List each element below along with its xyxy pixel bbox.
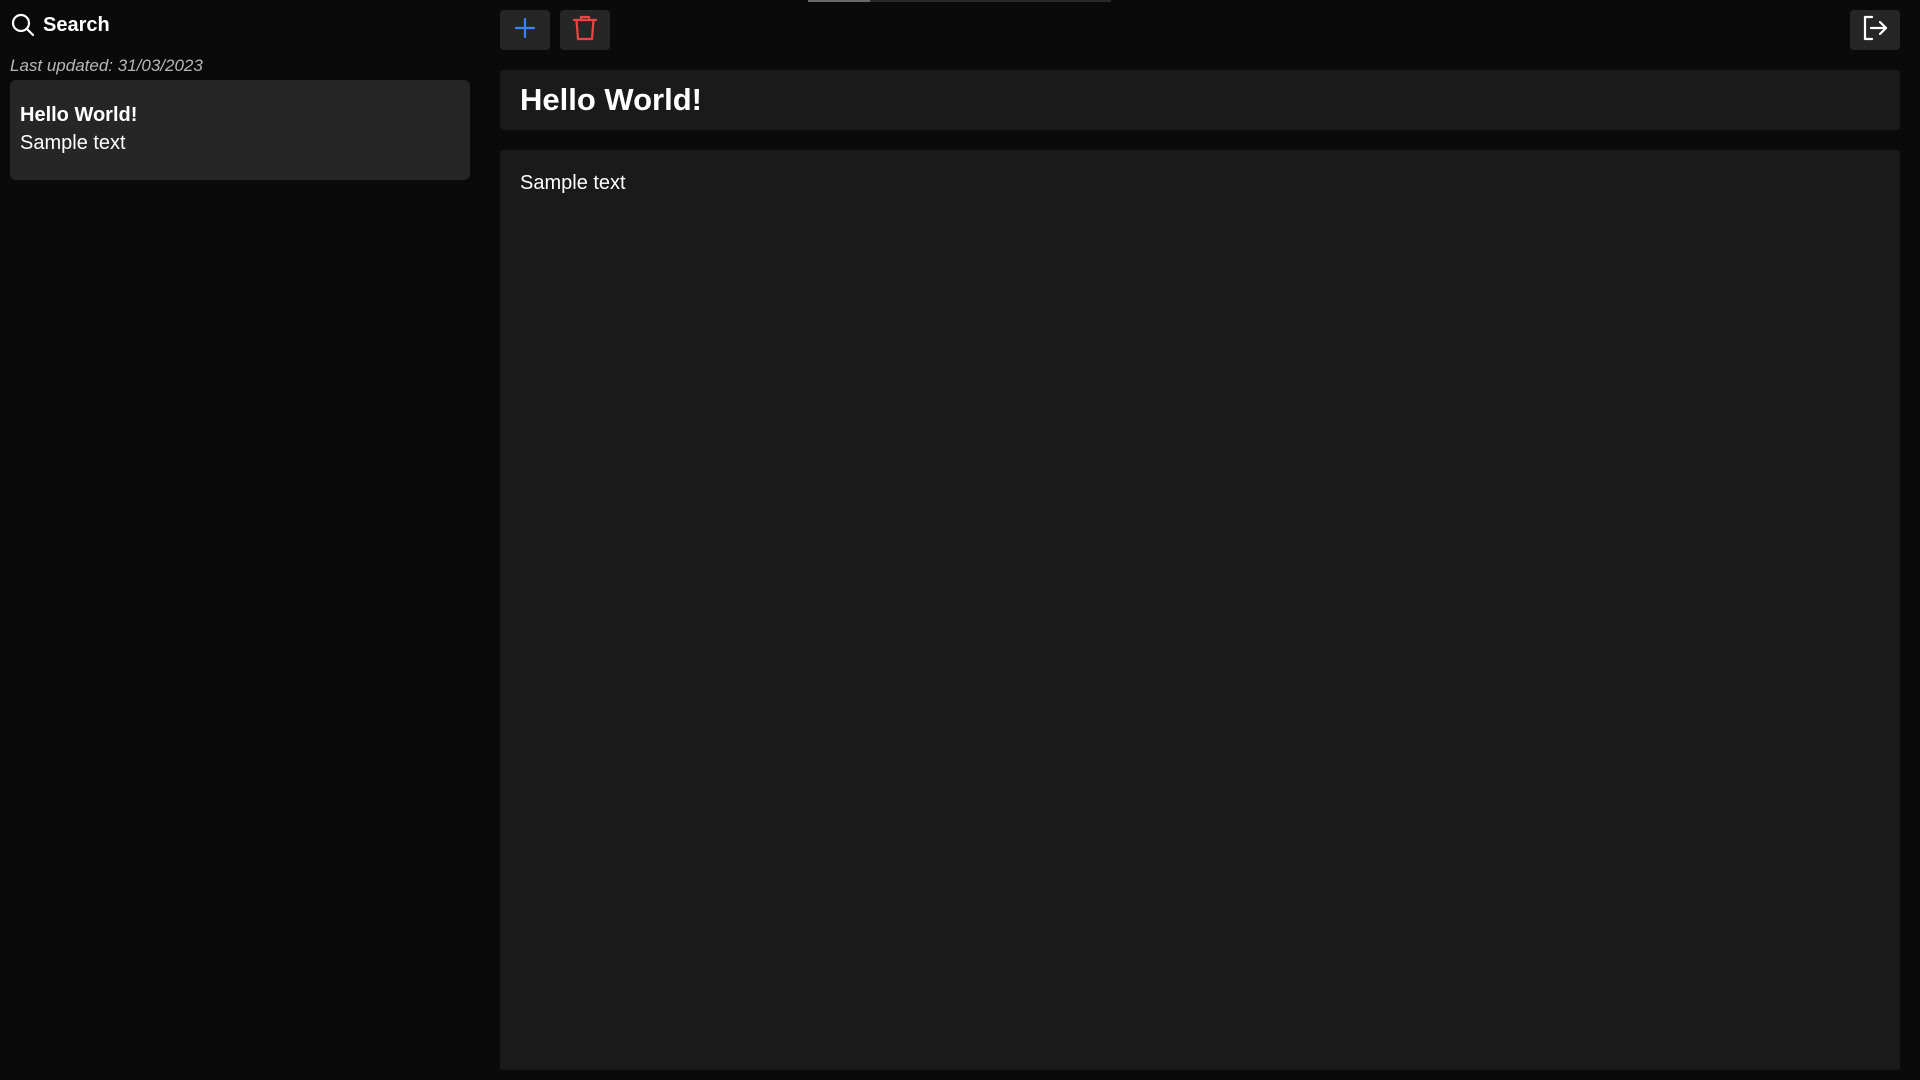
note-item-preview: Sample text xyxy=(20,132,126,154)
plus-icon xyxy=(513,16,537,45)
note-body-editor[interactable]: Sample text xyxy=(500,150,1900,1070)
sidebar: Search Last updated: 31/03/2023 Hello Wo… xyxy=(0,0,480,1080)
note-title-text: Hello World! xyxy=(520,82,702,117)
note-title-field[interactable]: Hello World! xyxy=(500,70,1900,130)
logout-button[interactable] xyxy=(1850,10,1900,50)
logout-icon xyxy=(1861,14,1889,47)
add-note-button[interactable] xyxy=(500,10,550,50)
note-item-title: Hello World! xyxy=(20,104,138,126)
delete-note-button[interactable] xyxy=(560,10,610,50)
note-list-item[interactable]: Hello World! Sample text xyxy=(10,80,470,180)
top-scroll-indicator-thumb xyxy=(808,0,870,2)
search-label: Search xyxy=(43,13,110,36)
top-scroll-indicator xyxy=(808,0,1111,2)
search-icon xyxy=(10,12,36,38)
search-input[interactable]: Search xyxy=(10,10,410,40)
trash-icon xyxy=(572,14,598,47)
note-body-text: Sample text xyxy=(520,172,626,194)
notes-app: Search Last updated: 31/03/2023 Hello Wo… xyxy=(0,0,1920,1080)
last-updated-text: Last updated: 31/03/2023 xyxy=(10,56,203,75)
